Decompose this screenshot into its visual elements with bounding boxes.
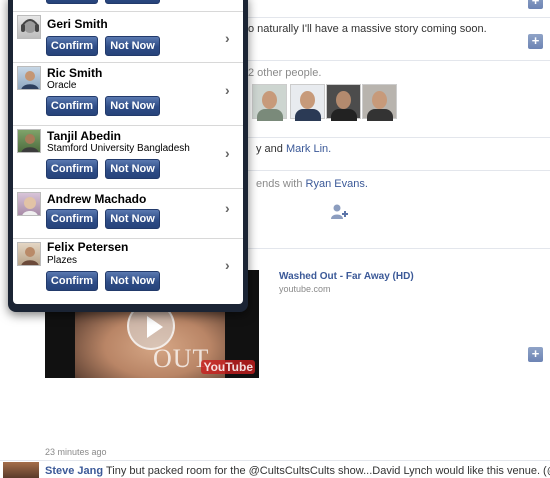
post-text: Tiny but packed room for the @CultsCults… xyxy=(105,465,550,477)
friend-photo[interactable] xyxy=(290,84,325,121)
divider xyxy=(248,170,550,171)
divider xyxy=(248,248,550,249)
not-now-button[interactable]: Not Now xyxy=(105,36,160,56)
friend-photo[interactable] xyxy=(252,84,287,121)
friend-request-row[interactable]: Tanjil Abedin Stamford University Bangla… xyxy=(13,126,243,189)
video-title-link[interactable]: Washed Out - Far Away (HD) xyxy=(279,271,414,282)
person-plus-icon[interactable] xyxy=(330,203,348,221)
requester-name[interactable]: Felix Petersen xyxy=(47,240,128,254)
chevron-right-icon[interactable]: › xyxy=(225,82,230,98)
add-comment-button[interactable]: + xyxy=(528,34,543,49)
friend-link[interactable]: Ryan Evans. xyxy=(306,178,368,190)
friend-photo[interactable] xyxy=(362,84,397,121)
divider xyxy=(0,460,550,461)
chevron-right-icon[interactable]: › xyxy=(225,200,230,216)
requester-name[interactable]: Tanjil Abedin xyxy=(47,129,121,143)
confirm-button[interactable]: Confirm xyxy=(46,36,98,56)
divider xyxy=(248,60,550,61)
avatar[interactable] xyxy=(17,66,41,90)
not-now-button[interactable]: Not Now xyxy=(105,0,160,4)
chevron-right-icon[interactable]: › xyxy=(225,30,230,46)
friend-request-row[interactable]: Andrew Machado Confirm Not Now › xyxy=(13,189,243,239)
add-comment-button[interactable]: + xyxy=(528,347,543,362)
friend-photo[interactable] xyxy=(326,84,361,121)
confirm-button[interactable]: Confirm xyxy=(46,96,98,116)
requester-network: Oracle xyxy=(47,80,77,91)
chevron-right-icon[interactable]: › xyxy=(225,257,230,273)
friend-request-row[interactable]: Felix Petersen Plazes Confirm Not Now › xyxy=(13,239,243,302)
avatar[interactable] xyxy=(17,129,41,153)
not-now-button[interactable]: Not Now xyxy=(105,209,160,229)
confirm-button[interactable]: Confirm xyxy=(46,271,98,291)
requester-network: Plazes xyxy=(47,255,78,266)
avatar[interactable] xyxy=(17,192,41,216)
not-now-button[interactable]: Not Now xyxy=(105,159,160,179)
confirm-button[interactable]: Confirm xyxy=(46,159,98,179)
requester-network: Stamford University Bangladesh xyxy=(47,143,190,154)
story-text: Steve Jang Tiny but packed room for the … xyxy=(45,465,550,477)
divider xyxy=(248,17,550,18)
author-link[interactable]: Steve Jang xyxy=(45,465,103,477)
story-prefix: ends with xyxy=(256,178,303,190)
story-prefix: y and xyxy=(256,143,283,155)
add-comment-button[interactable]: + xyxy=(528,0,543,9)
friend-requests-popover: Confirm Not Now Geri Smith Confirm Not N… xyxy=(8,0,248,312)
story-text: ends with Ryan Evans. xyxy=(256,178,368,190)
timestamp: 23 minutes ago xyxy=(45,447,107,457)
story-text: y and Mark Lin. xyxy=(256,143,331,155)
youtube-logo: YouTube xyxy=(201,360,255,374)
avatar[interactable] xyxy=(17,15,41,39)
confirm-button[interactable]: Confirm xyxy=(46,0,98,4)
requester-name[interactable]: Geri Smith xyxy=(47,17,108,31)
avatar[interactable] xyxy=(17,242,41,266)
list-item: Confirm Not Now xyxy=(13,0,243,12)
friend-link[interactable]: Mark Lin. xyxy=(286,143,331,155)
requester-name[interactable]: Ric Smith xyxy=(47,66,102,80)
divider xyxy=(248,137,550,138)
confirm-button[interactable]: Confirm xyxy=(46,209,98,229)
not-now-button[interactable]: Not Now xyxy=(105,96,160,116)
video-domain: youtube.com xyxy=(279,284,331,294)
friend-request-row[interactable]: Ric Smith Oracle Confirm Not Now › xyxy=(13,63,243,126)
requester-name[interactable]: Andrew Machado xyxy=(47,192,146,206)
story-text: o naturally I'll have a massive story co… xyxy=(248,23,487,35)
friend-requests-list: Confirm Not Now Geri Smith Confirm Not N… xyxy=(13,0,243,304)
not-now-button[interactable]: Not Now xyxy=(105,271,160,291)
avatar[interactable] xyxy=(3,462,39,478)
friend-request-row[interactable]: Geri Smith Confirm Not Now › xyxy=(13,12,243,63)
story-text: 2 other people. xyxy=(248,67,322,79)
chevron-right-icon[interactable]: › xyxy=(225,145,230,161)
